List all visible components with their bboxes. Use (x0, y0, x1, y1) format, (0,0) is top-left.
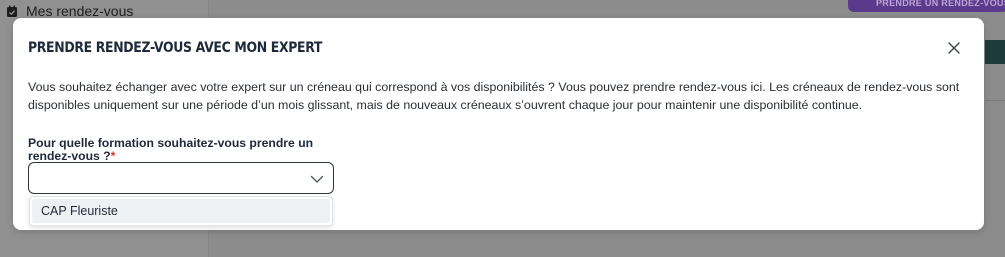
calendar-check-icon (6, 5, 18, 17)
chevron-down-icon (309, 171, 325, 187)
formation-select[interactable] (28, 162, 334, 194)
modal-description: Vous souhaitez échanger avec votre exper… (28, 80, 960, 112)
formation-dropdown: CAP Fleuriste (29, 196, 333, 226)
background-banner (985, 40, 1005, 64)
close-icon (948, 42, 960, 54)
formation-field-label-text: Pour quelle formation souhaitez-vous pre… (28, 136, 314, 163)
dropdown-option[interactable]: CAP Fleuriste (32, 199, 330, 223)
required-marker: * (110, 148, 116, 163)
appointment-modal: PRENDRE RENDEZ-VOUS AVEC MON EXPERT Vous… (13, 18, 984, 230)
formation-field-label: Pour quelle formation souhaitez-vous pre… (28, 137, 328, 162)
modal-title: PRENDRE RENDEZ-VOUS AVEC MON EXPERT (28, 40, 323, 56)
close-button[interactable] (946, 40, 962, 56)
book-appointment-button[interactable]: PRENDRE UN RENDEZ-VOUS EN LIGNE (848, 0, 1005, 12)
divider (985, 100, 1005, 101)
sidebar-item-label: Mes rendez-vous (26, 3, 134, 19)
book-appointment-label: PRENDRE UN RENDEZ-VOUS EN LIGNE (876, 0, 1005, 8)
